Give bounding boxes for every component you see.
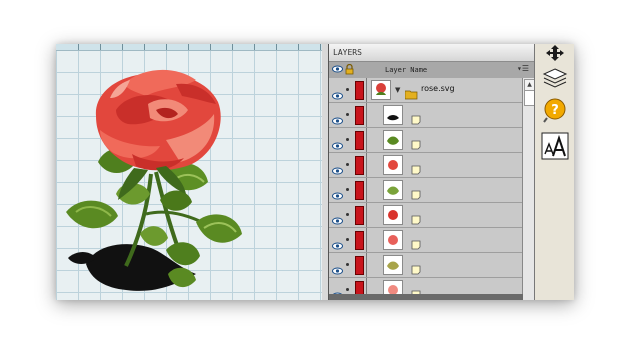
lock-dot[interactable] bbox=[346, 213, 349, 216]
rose-thumbnail bbox=[371, 80, 391, 100]
object-icon bbox=[411, 260, 421, 275]
layer-row[interactable] bbox=[329, 128, 523, 153]
eye-icon[interactable] bbox=[332, 65, 343, 75]
right-toolbar: ? bbox=[534, 44, 574, 300]
layer-color-swatch[interactable] bbox=[355, 181, 364, 200]
rose-artwork[interactable] bbox=[56, 44, 322, 300]
leaves-thumbnail bbox=[383, 180, 403, 200]
lock-dot[interactable] bbox=[346, 163, 349, 166]
layer-row[interactable]: ▼ rose.svg bbox=[329, 78, 523, 103]
object-icon bbox=[411, 110, 421, 125]
shadow-thumbnail bbox=[383, 105, 403, 125]
layer-row[interactable] bbox=[329, 253, 523, 278]
text-size-icon[interactable] bbox=[541, 132, 569, 160]
leaves-thumbnail bbox=[383, 130, 403, 150]
petals-thumbnail bbox=[383, 230, 403, 250]
layer-color-swatch[interactable] bbox=[355, 156, 364, 175]
leaves-thumbnail bbox=[383, 255, 403, 275]
layer-row[interactable] bbox=[329, 103, 523, 128]
eye-icon[interactable] bbox=[332, 85, 343, 104]
lock-dot[interactable] bbox=[346, 238, 349, 241]
object-icon bbox=[411, 160, 421, 175]
lock-dot[interactable] bbox=[346, 113, 349, 116]
petals-thumbnail bbox=[383, 205, 403, 225]
eye-icon[interactable] bbox=[332, 260, 343, 279]
layer-row[interactable] bbox=[329, 178, 523, 203]
object-icon bbox=[411, 235, 421, 250]
layers-panel: LAYERS Layer Name ▾☰ ▼ rose.svg ▲ bbox=[328, 44, 535, 300]
lock-dot[interactable] bbox=[346, 88, 349, 91]
object-icon bbox=[411, 210, 421, 225]
expand-triangle-icon[interactable]: ▼ bbox=[395, 86, 400, 94]
folder-icon bbox=[404, 85, 418, 104]
object-icon bbox=[411, 185, 421, 200]
layer-row[interactable] bbox=[329, 228, 523, 253]
svg-text:?: ? bbox=[551, 103, 559, 118]
move-arrows-icon[interactable] bbox=[541, 44, 569, 62]
layer-color-swatch[interactable] bbox=[355, 256, 364, 275]
eye-icon[interactable] bbox=[332, 210, 343, 229]
layers-icon[interactable] bbox=[541, 66, 569, 90]
layer-list: ▼ rose.svg bbox=[329, 78, 523, 300]
lock-dot[interactable] bbox=[346, 288, 349, 291]
eye-icon[interactable] bbox=[332, 135, 343, 154]
layer-color-swatch[interactable] bbox=[355, 81, 364, 100]
panel-footer bbox=[329, 294, 523, 300]
lock-dot[interactable] bbox=[346, 188, 349, 191]
eye-icon[interactable] bbox=[332, 185, 343, 204]
lock-icon[interactable] bbox=[345, 63, 354, 77]
panel-menu-icon[interactable]: ▾☰ bbox=[517, 64, 529, 73]
app-window: LAYERS Layer Name ▾☰ ▼ rose.svg ▲ ? bbox=[56, 44, 574, 300]
lock-dot[interactable] bbox=[346, 263, 349, 266]
petals-thumbnail bbox=[383, 155, 403, 175]
object-icon bbox=[411, 135, 421, 150]
layer-name[interactable]: rose.svg bbox=[421, 84, 455, 93]
layer-color-swatch[interactable] bbox=[355, 131, 364, 150]
layer-color-swatch[interactable] bbox=[355, 231, 364, 250]
panel-title: LAYERS bbox=[329, 44, 535, 62]
layer-name-column-header: Layer Name bbox=[385, 66, 428, 74]
lock-dot[interactable] bbox=[346, 138, 349, 141]
help-icon[interactable]: ? bbox=[541, 96, 569, 124]
eye-icon[interactable] bbox=[332, 110, 343, 129]
layer-color-swatch[interactable] bbox=[355, 106, 364, 125]
layer-color-swatch[interactable] bbox=[355, 206, 364, 225]
eye-icon[interactable] bbox=[332, 160, 343, 179]
layers-header: Layer Name ▾☰ bbox=[329, 62, 535, 79]
drawing-canvas[interactable] bbox=[56, 44, 322, 300]
layer-row[interactable] bbox=[329, 153, 523, 178]
layer-row[interactable] bbox=[329, 203, 523, 228]
eye-icon[interactable] bbox=[332, 235, 343, 254]
